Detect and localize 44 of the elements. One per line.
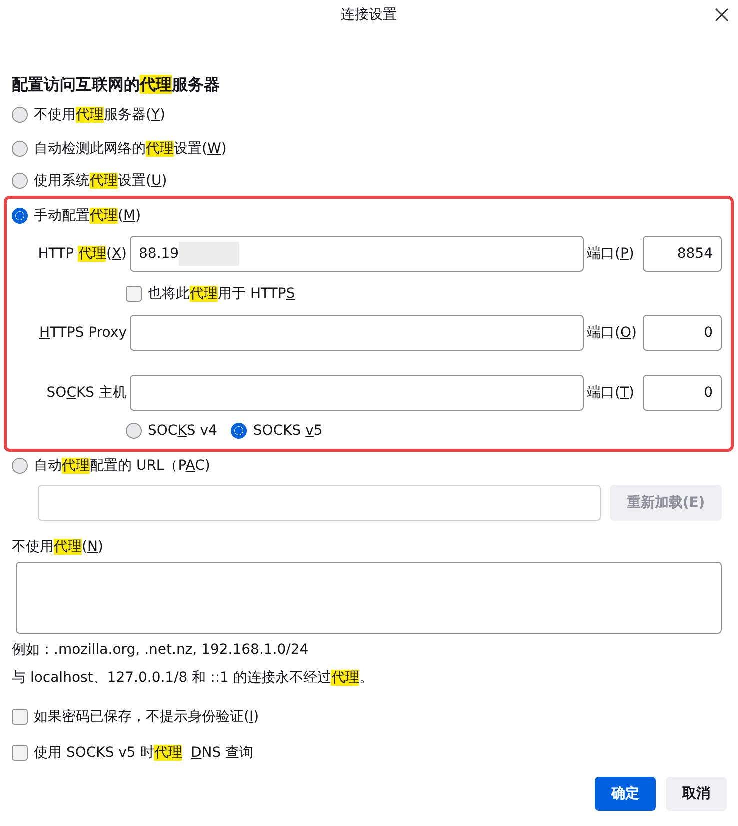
close-button[interactable]: [714, 7, 730, 23]
radio-label: 使用系统代理设置(U): [34, 172, 168, 190]
window-title: 连接设置: [341, 6, 397, 24]
http-proxy-field[interactable]: 88.19: [130, 236, 584, 272]
pac-url-field[interactable]: [38, 485, 601, 521]
radio-label: 不使用代理服务器(Y): [34, 106, 166, 124]
socks-host-field[interactable]: [130, 375, 584, 411]
radio-label: SOCKS v4: [148, 423, 218, 439]
https-proxy-field[interactable]: [130, 315, 584, 351]
field-label: 不使用代理(N): [11, 538, 104, 557]
checkbox-label: 如果密码已保存，不提示身份验证(I): [34, 708, 260, 726]
radio-label: 自动检测此网络的代理设置(W): [34, 140, 227, 158]
port-field[interactable]: 0: [643, 315, 722, 351]
cancel-button[interactable]: 取消: [666, 777, 727, 811]
radio-button[interactable]: [126, 423, 142, 439]
radio-button[interactable]: [12, 458, 28, 474]
port-label: 端口(T): [587, 384, 636, 402]
port-field[interactable]: 0: [643, 375, 722, 411]
radio-button[interactable]: [12, 208, 28, 224]
checkbox-label: 也将此代理用于 HTTPS: [148, 285, 296, 303]
close-icon: [714, 7, 730, 23]
field-label: HTTPS Proxy: [38, 325, 127, 341]
port-field[interactable]: 8854: [643, 236, 722, 272]
checkbox[interactable]: [12, 709, 28, 725]
example-text: 例如：.mozilla.org, .net.nz, 192.168.1.0/24: [11, 641, 310, 660]
field-value: 88.19: [139, 246, 180, 262]
radio-label: SOCKS v5: [253, 423, 323, 439]
port-label: 端口(P): [587, 245, 636, 263]
radio-button[interactable]: [12, 107, 28, 123]
checkbox-label: 使用 SOCKS v5 时代理 DNS 查询: [34, 744, 254, 762]
radio-button[interactable]: [12, 173, 28, 189]
ok-button[interactable]: 确定: [595, 777, 656, 811]
radio-label: 自动代理配置的 URL（PAC): [34, 456, 210, 474]
checkbox[interactable]: [126, 286, 142, 302]
port-label: 端口(O): [587, 324, 638, 342]
radio-button[interactable]: [12, 141, 28, 157]
section-heading: 配置访问互联网的代理服务器: [11, 74, 221, 96]
note-text: 与 localhost、127.0.0.1/8 和 ::1 的连接永不经过代理。: [11, 669, 374, 688]
field-label: SOCKS 主机: [46, 384, 127, 402]
radio-button[interactable]: [231, 423, 248, 439]
checkbox[interactable]: [12, 745, 28, 761]
no-proxy-textarea[interactable]: [16, 562, 722, 634]
radio-label: 手动配置代理(M): [34, 207, 142, 225]
field-label: HTTP 代理(X): [37, 245, 127, 263]
